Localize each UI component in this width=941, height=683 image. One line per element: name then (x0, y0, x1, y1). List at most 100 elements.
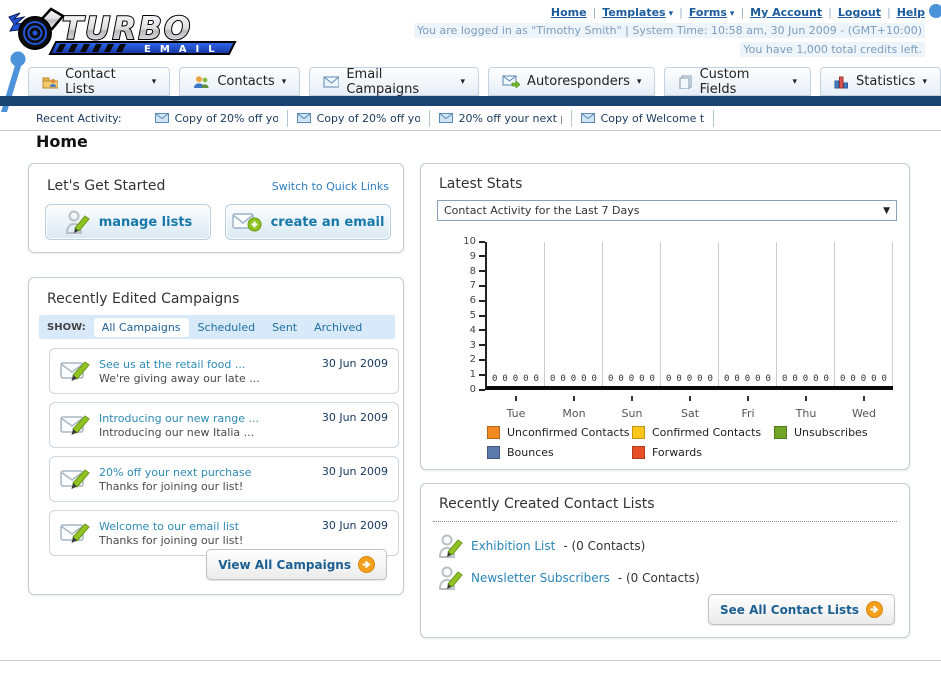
data-value-label: 0 (665, 374, 672, 384)
filter-all-campaigns[interactable]: All Campaigns (93, 317, 189, 337)
filter-scheduled[interactable]: Scheduled (198, 321, 256, 334)
chart-group-mon: 00000 (545, 242, 603, 386)
chart-y-axis: 0 1 2 3 4 5 6 7 8 9 10 (435, 236, 485, 395)
data-value-label: 0 (744, 374, 751, 384)
recent-activity-item[interactable]: Copy of Welcome to (572, 109, 714, 127)
data-value-label: 0 (649, 374, 655, 384)
app-window: TURBO EMAIL Home | Templates ▾ | Forms ▾ | My Ac… (0, 0, 941, 683)
chevron-down-icon: ▾ (668, 9, 674, 19)
campaign-subtitle: We're giving away our late ... (99, 372, 260, 385)
data-value-label: 0 (502, 374, 508, 384)
tab-label: Contact Lists (65, 66, 116, 97)
contact-activity-chart: 0 1 2 3 4 5 6 7 8 9 10 000000000000000000000000000… (435, 234, 897, 420)
x-tick-thu: Thu (777, 396, 835, 421)
envelope-pencil-icon (60, 469, 90, 489)
campaign-title-link[interactable]: Introducing our new range ... (99, 412, 259, 425)
data-value-label: 0 (591, 374, 597, 384)
recent-activity-item[interactable]: Copy of 20% off yo (146, 109, 288, 127)
campaign-card: Introducing our new range ... Introducing… (49, 402, 399, 448)
chevron-down-icon: ▾ (460, 76, 466, 87)
person-pencil-icon (438, 534, 463, 558)
stats-period-value: Contact Activity for the Last 7 Days (444, 204, 640, 217)
manage-lists-button[interactable]: manage lists (45, 204, 211, 240)
data-value-label: 0 (697, 374, 703, 384)
chevron-down-icon: ▾ (636, 76, 642, 87)
envelope-plus-icon (231, 213, 262, 232)
envelope-pencil-icon (60, 523, 90, 543)
button-label: manage lists (98, 214, 193, 230)
data-value-label: 0 (850, 374, 856, 384)
header-link-logout[interactable]: Logout (838, 6, 881, 19)
header-link-help[interactable]: Help (897, 6, 925, 19)
header-link-templates[interactable]: Templates (602, 6, 665, 19)
tab-custom-fields[interactable]: Custom Fields ▾ (664, 67, 812, 97)
activity-item-label: Copy of 20% off yo (316, 111, 420, 125)
legend-swatch (487, 426, 500, 439)
data-value-label: 0 (560, 374, 566, 384)
campaign-date: 30 Jun 2009 (321, 465, 388, 478)
y-tick: 9 (470, 251, 485, 262)
y-tick: 8 (470, 266, 485, 277)
view-all-campaigns-button[interactable]: View All Campaigns (206, 549, 387, 580)
recent-activity-item[interactable]: Copy of 20% off yo (288, 109, 430, 127)
campaign-title-link[interactable]: 20% off your next purchase (99, 466, 251, 479)
campaign-list: See us at the retail food ... We're givin… (49, 348, 399, 564)
filter-sent[interactable]: Sent (272, 321, 297, 334)
recent-activity-items: Copy of 20% off yo Copy of 20% off yo 20% … (146, 109, 714, 127)
header-link-home[interactable]: Home (551, 6, 587, 19)
data-value-label: 0 (755, 374, 761, 384)
legend-swatch (487, 446, 500, 459)
separator: | (828, 6, 832, 19)
y-tick: 1 (470, 369, 485, 380)
data-value-label: 0 (607, 374, 614, 384)
stats-period-select[interactable]: Contact Activity for the Last 7 Days ▼ (437, 200, 897, 221)
person-pencil-icon (438, 566, 463, 590)
envelope-icon (296, 113, 311, 123)
activity-item-label: 20% off your next p (458, 111, 562, 125)
tab-email-campaigns[interactable]: Email Campaigns ▾ (309, 67, 480, 97)
tab-autoresponders[interactable]: Autoresponders ▾ (488, 67, 656, 96)
contact-list-link[interactable]: Newsletter Subscribers (471, 571, 610, 585)
data-value-label: 0 (639, 374, 645, 384)
tab-statistics[interactable]: Statistics ▾ (820, 67, 941, 96)
switch-to-quick-links-link[interactable]: Switch to Quick Links (272, 180, 389, 193)
legend-item-unsubscribes: Unsubscribes (774, 426, 868, 439)
header-link-forms[interactable]: Forms (689, 6, 727, 19)
chart-group-fri: 00000 (719, 242, 777, 386)
data-value-label: 0 (686, 374, 693, 384)
data-value-label: 0 (823, 374, 829, 384)
legend-swatch (632, 446, 645, 459)
create-an-email-button[interactable]: create an email (225, 204, 391, 240)
campaign-title-link[interactable]: See us at the retail food ... (99, 358, 245, 371)
data-value-label: 0 (512, 374, 519, 384)
chevron-down-icon: ▾ (281, 76, 287, 87)
see-all-contact-lists-button[interactable]: See All Contact Lists (707, 594, 895, 625)
recent-activity-item[interactable]: 20% off your next p (430, 109, 572, 127)
campaign-subtitle: Thanks for joining our list! (99, 480, 244, 493)
tab-contacts[interactable]: Contacts ▾ (179, 67, 301, 96)
data-value-label: 0 (570, 374, 577, 384)
legend-item-confirmed-contacts: Confirmed Contacts (632, 426, 774, 439)
contact-list-link[interactable]: Exhibition List (471, 539, 555, 553)
data-value-label: 0 (618, 374, 624, 384)
y-tick: 6 (470, 295, 485, 306)
header-link-my-account[interactable]: My Account (750, 6, 822, 19)
legend-label: Confirmed Contacts (652, 426, 762, 439)
legend-label: Bounces (507, 446, 554, 459)
legend-label: Forwards (652, 446, 702, 459)
envelope-icon (580, 113, 595, 123)
filter-archived[interactable]: Archived (314, 321, 362, 334)
header: Home | Templates ▾ | Forms ▾ | My Account | Logout… (414, 6, 925, 57)
show-label: SHOW: (47, 321, 86, 333)
campaign-subtitle: Thanks for joining our list! (99, 534, 244, 547)
campaign-title-link[interactable]: Welcome to our email list (99, 520, 239, 533)
envelope-arrow-icon (502, 75, 521, 88)
campaign-card: 20% off your next purchase Thanks for joi… (49, 456, 399, 502)
legend-item-forwards: Forwards (632, 446, 774, 459)
data-value-label: 0 (860, 374, 867, 384)
tab-contact-lists[interactable]: Contact Lists ▾ (28, 66, 171, 97)
contact-list-count: - (0 Contacts) (617, 571, 700, 585)
login-status: You are logged in as "Timothy Smith" | S… (414, 23, 925, 38)
x-tick-tue: Tue (487, 396, 545, 421)
footer-divider (0, 660, 941, 661)
